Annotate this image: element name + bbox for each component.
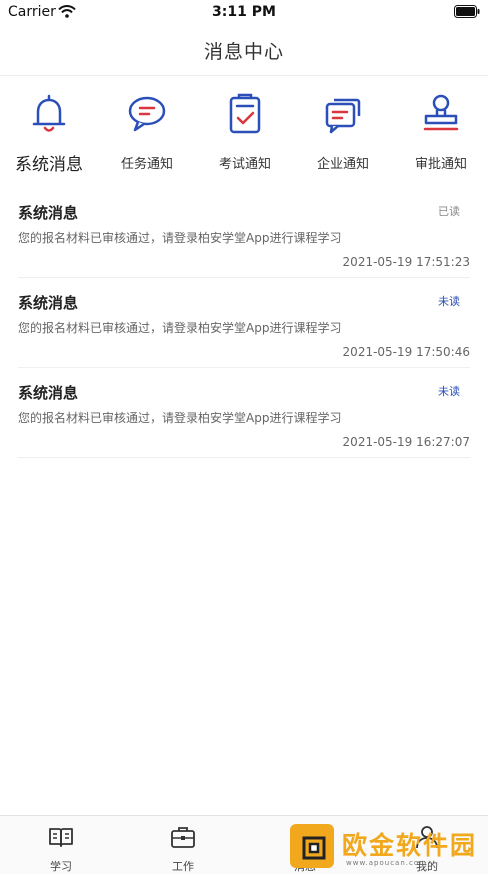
tab-label: 工作: [172, 860, 194, 873]
page-title: 消息中心: [203, 41, 284, 63]
list-item[interactable]: 系统消息 已读 您的报名材料已审核通过，请登录柏安学堂App进行课程学习 202…: [18, 188, 470, 278]
category-label: 审批通知: [414, 157, 467, 172]
category-label: 企业通知: [316, 157, 369, 172]
checklist-icon: [229, 93, 261, 134]
category-label: 考试通知: [218, 157, 271, 172]
stamp-icon: [423, 94, 459, 131]
tab-exam-notices[interactable]: 考试通知: [196, 86, 294, 186]
watermark-logo-icon: [302, 836, 326, 860]
message-body: 您的报名材料已审核通过，请登录柏安学堂App进行课程学习: [18, 231, 342, 245]
message-title: 系统消息: [18, 204, 79, 222]
message-body: 您的报名材料已审核通过，请登录柏安学堂App进行课程学习: [18, 411, 342, 425]
category-label: 任务通知: [120, 157, 173, 172]
briefcase-icon: [171, 827, 195, 848]
message-title: 系统消息: [18, 294, 79, 312]
chat-bubble-icon: [128, 96, 166, 132]
watermark-logo-badge: [290, 824, 334, 868]
watermark-text: 欧金软件园: [342, 831, 478, 860]
unread-status-badge: 未读: [438, 295, 460, 308]
unread-status-badge: 未读: [438, 385, 460, 398]
watermark-url: www.apoucan.com: [346, 859, 427, 867]
tab-approval-notices[interactable]: 审批通知: [392, 86, 488, 186]
read-status-badge: 已读: [438, 205, 460, 218]
watermark: 欧金软件园 www.apoucan.com: [288, 822, 484, 870]
message-title: 系统消息: [18, 384, 79, 402]
category-tabs: 系统消息 任务通知 考试通知 企业通知 审批通知: [0, 86, 488, 186]
status-bar: Carrier 3:11 PM: [0, 0, 488, 26]
battery-icon: [454, 5, 480, 18]
list-item[interactable]: 系统消息 未读 您的报名材料已审核通过，请登录柏安学堂App进行课程学习 202…: [18, 368, 470, 458]
tab-task-notices[interactable]: 任务通知: [98, 86, 196, 186]
nav-bar: 消息中心: [0, 26, 488, 76]
tab-label: 学习: [50, 860, 72, 873]
tab-work[interactable]: 工作: [122, 816, 244, 874]
tab-study[interactable]: 学习: [0, 816, 122, 874]
category-label: 系统消息: [15, 155, 83, 175]
tab-system-messages[interactable]: 系统消息: [0, 86, 98, 186]
tab-company-notices[interactable]: 企业通知: [294, 86, 392, 186]
status-time: 3:11 PM: [212, 4, 276, 20]
book-icon: [49, 828, 73, 847]
messages-icon: [325, 98, 361, 134]
list-item[interactable]: 系统消息 未读 您的报名材料已审核通过，请登录柏安学堂App进行课程学习 202…: [18, 278, 470, 368]
message-body: 您的报名材料已审核通过，请登录柏安学堂App进行课程学习: [18, 321, 342, 335]
message-timestamp: 2021-05-19 17:51:23: [342, 255, 470, 269]
message-timestamp: 2021-05-19 16:27:07: [342, 435, 470, 449]
bell-icon: [32, 94, 66, 132]
message-list: 系统消息 已读 您的报名材料已审核通过，请登录柏安学堂App进行课程学习 202…: [18, 188, 470, 458]
message-timestamp: 2021-05-19 17:50:46: [342, 345, 470, 359]
